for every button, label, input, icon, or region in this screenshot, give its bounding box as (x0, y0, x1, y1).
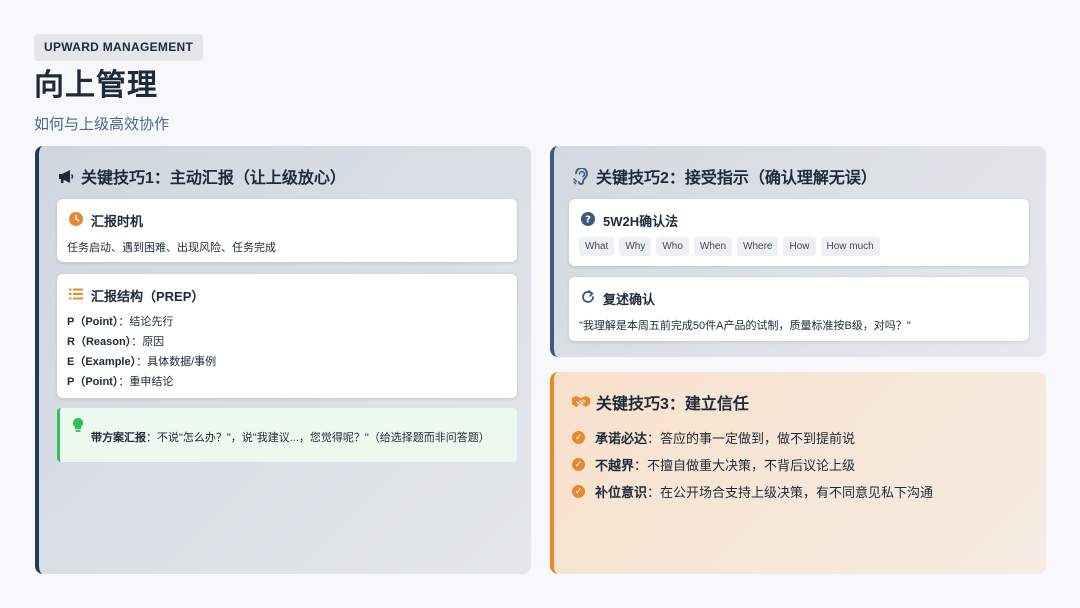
skill2-panel: 关键技巧2：接受指示（确认理解无误） ? 5W2H确认法 What Why Wh… (550, 146, 1046, 357)
trust-list: ✓ 承诺必达：答应的事一定做到，做不到提前说 ✓ 不越界：不擅自做重大决策，不背… (572, 428, 933, 509)
skill3-title: 关键技巧3：建立信任 (596, 396, 749, 413)
skill1-panel: 关键技巧1：主动汇报（让上级放心） 汇报时机 任务启动、遇到困难、出现风险、任务… (35, 146, 531, 574)
structure-title: 汇报结构（PREP） (91, 289, 205, 304)
restate-text: "我理解是本周五前完成50件A产品的试制，质量标准按B级，对吗？" (579, 320, 911, 332)
skill1-title: 关键技巧1：主动汇报（让上级放心） (81, 170, 346, 187)
structure-card: 汇报结构（PREP） P（Point）：结论先行 R（Reason）：原因 E（… (57, 274, 517, 398)
skill2-header: 关键技巧2：接受指示（确认理解无误） (572, 164, 877, 188)
restate-header: 复述确认 (581, 289, 655, 308)
trust-item: ✓ 不越界：不擅自做重大决策，不背后议论上级 (572, 455, 933, 473)
handshake-icon (572, 393, 590, 411)
lightbulb-icon (73, 418, 83, 437)
tip-card: 带方案汇报：不说"怎么办？"，说"我建议...，您觉得呢？"（给选择题而非问答题… (57, 408, 517, 462)
restate-card: 复述确认 "我理解是本周五前完成50件A产品的试制，质量标准按B级，对吗？" (569, 277, 1029, 341)
page-subtitle: 如何与上级高效协作 (34, 116, 170, 133)
clock-icon (69, 212, 83, 229)
check-circle-icon: ✓ (572, 457, 585, 471)
skill3-header: 关键技巧3：建立信任 (572, 390, 749, 414)
megaphone-icon (57, 167, 75, 185)
timing-header: 汇报时机 (69, 211, 143, 230)
chip-why: Why (619, 237, 652, 256)
chip-who: Who (656, 237, 689, 256)
check-circle-icon: ✓ (572, 484, 585, 498)
page-title: 向上管理 (34, 69, 158, 102)
structure-header: 汇报结构（PREP） (69, 286, 204, 305)
skill3-panel: 关键技巧3：建立信任 ✓ 承诺必达：答应的事一定做到，做不到提前说 ✓ 不越界：… (550, 372, 1046, 574)
w2h-card: ? 5W2H确认法 What Why Who When Where How Ho… (569, 199, 1029, 266)
timing-title: 汇报时机 (91, 214, 144, 229)
prep-line-restate: P（Point）：重申结论 (67, 376, 174, 388)
tip-text: 带方案汇报：不说"怎么办？"，说"我建议...，您觉得呢？"（给选择题而非问答题… (91, 432, 490, 444)
trust-item: ✓ 补位意识：在公开场合支持上级决策，有不同意见私下沟通 (572, 482, 933, 500)
chip-what: What (579, 237, 615, 256)
prep-line-point: P（Point）：结论先行 (67, 316, 174, 328)
w2h-header: ? 5W2H确认法 (581, 211, 678, 230)
list-icon (69, 288, 83, 303)
chip-how: How (783, 237, 816, 256)
timing-text: 任务启动、遇到困难、出现风险、任务完成 (67, 242, 276, 254)
section-tag: UPWARD MANAGEMENT (34, 34, 204, 61)
chip-when: When (693, 237, 733, 256)
skill1-header: 关键技巧1：主动汇报（让上级放心） (57, 164, 346, 188)
w2h-title: 5W2H确认法 (603, 214, 679, 229)
check-circle-icon: ✓ (572, 430, 585, 444)
chip-where: Where (737, 237, 779, 256)
skill2-title: 关键技巧2：接受指示（确认理解无误） (596, 170, 877, 187)
ear-icon (572, 167, 590, 185)
w2h-chips: What Why Who When Where How How much (579, 237, 880, 256)
restate-title: 复述确认 (603, 292, 656, 307)
svg-text:?: ? (585, 215, 591, 226)
trust-item: ✓ 承诺必达：答应的事一定做到，做不到提前说 (572, 428, 933, 446)
redo-icon (581, 290, 595, 307)
prep-line-reason: R（Reason）：原因 (67, 336, 165, 348)
chip-how-much: How much (820, 237, 880, 256)
timing-card: 汇报时机 任务启动、遇到困难、出现风险、任务完成 (57, 199, 517, 262)
prep-line-example: E（Example）：具体数据/事例 (67, 356, 217, 368)
question-circle-icon: ? (581, 212, 595, 229)
